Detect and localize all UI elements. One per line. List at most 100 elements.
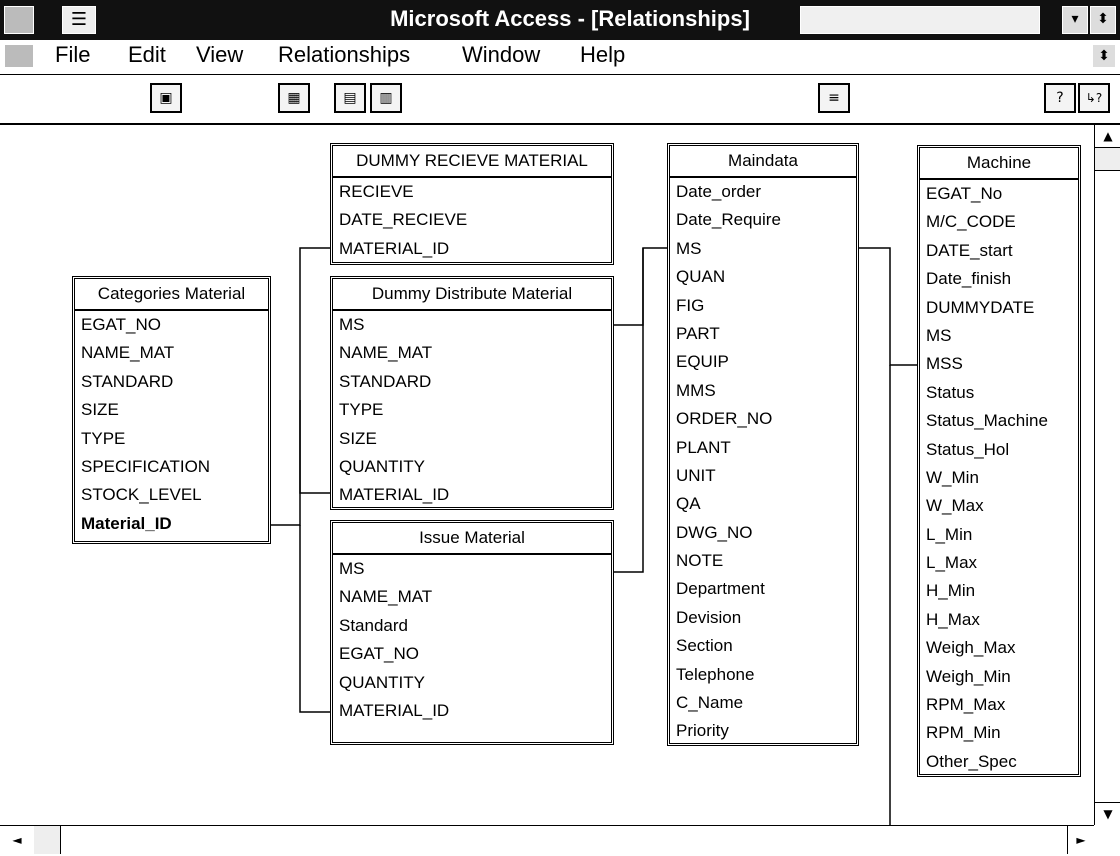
field-date-start[interactable]: DATE_start <box>920 237 1078 265</box>
maximize-button[interactable]: ⬍ <box>1090 6 1116 34</box>
document-control-button[interactable] <box>4 44 34 68</box>
field-order-no[interactable]: ORDER_NO <box>670 405 856 433</box>
field-ms[interactable]: MS <box>333 311 611 339</box>
field-name-mat[interactable]: NAME_MAT <box>75 339 268 367</box>
field-priority[interactable]: Priority <box>670 717 856 745</box>
field-mms[interactable]: MMS <box>670 377 856 405</box>
field-material-id[interactable]: MATERIAL_ID <box>333 697 611 725</box>
table-machine[interactable]: Machine EGAT_No M/C_CODE DATE_start Date… <box>917 145 1081 777</box>
field-part[interactable]: PART <box>670 320 856 348</box>
field-w-max[interactable]: W_Max <box>920 492 1078 520</box>
field-recieve[interactable]: RECIEVE <box>333 178 611 206</box>
field-status[interactable]: Status <box>920 379 1078 407</box>
field-ms[interactable]: MS <box>920 322 1078 350</box>
field-weigh-max[interactable]: Weigh_Max <box>920 634 1078 662</box>
field-mc-code[interactable]: M/C_CODE <box>920 208 1078 236</box>
field-other-spec[interactable]: Other_Spec <box>920 748 1078 776</box>
field-plant[interactable]: PLANT <box>670 434 856 462</box>
table-dummy-distribute-material[interactable]: Dummy Distribute Material MS NAME_MAT ST… <box>330 276 614 510</box>
restore-button[interactable]: ⬍ <box>1092 44 1116 68</box>
menu-file[interactable]: File <box>55 42 90 68</box>
menu-help[interactable]: Help <box>580 42 625 68</box>
field-ms[interactable]: MS <box>670 235 856 263</box>
field-dwg-no[interactable]: DWG_NO <box>670 519 856 547</box>
field-material-id[interactable]: Material_ID <box>75 510 268 538</box>
table-title: Machine <box>920 148 1078 180</box>
field-telephone[interactable]: Telephone <box>670 661 856 689</box>
help-button[interactable]: ? <box>1044 83 1076 113</box>
field-egat-no[interactable]: EGAT_NO <box>333 640 611 668</box>
field-material-id[interactable]: MATERIAL_ID <box>333 235 611 263</box>
context-help-button[interactable]: ↳? <box>1078 83 1110 113</box>
field-l-max[interactable]: L_Max <box>920 549 1078 577</box>
field-material-id[interactable]: MATERIAL_ID <box>333 481 611 509</box>
vertical-scrollbar[interactable]: ▲ ▼ <box>1094 125 1120 825</box>
field-weigh-min[interactable]: Weigh_Min <box>920 663 1078 691</box>
field-stock-level[interactable]: STOCK_LEVEL <box>75 481 268 509</box>
field-quantity[interactable]: QUANTITY <box>333 453 611 481</box>
control-menu-button[interactable] <box>4 6 34 34</box>
field-section[interactable]: Section <box>670 632 856 660</box>
database-window-button[interactable]: ≡ <box>818 83 850 113</box>
field-name-mat[interactable]: NAME_MAT <box>333 339 611 367</box>
field-standard[interactable]: Standard <box>333 612 611 640</box>
horizontal-scrollbar[interactable]: ◄ ► <box>0 825 1094 856</box>
field-quantity[interactable]: QUANTITY <box>333 669 611 697</box>
scroll-up-arrow-icon[interactable]: ▲ <box>1095 125 1120 148</box>
field-status-hol[interactable]: Status_Hol <box>920 436 1078 464</box>
field-size[interactable]: SIZE <box>75 396 268 424</box>
field-specification[interactable]: SPECIFICATION <box>75 453 268 481</box>
scroll-left-arrow-icon[interactable]: ◄ <box>0 826 35 854</box>
field-h-max[interactable]: H_Max <box>920 606 1078 634</box>
field-type[interactable]: TYPE <box>75 425 268 453</box>
field-standard[interactable]: STANDARD <box>75 368 268 396</box>
table-issue-material[interactable]: Issue Material MS NAME_MAT Standard EGAT… <box>330 520 614 745</box>
app-icon[interactable]: ☰ <box>62 6 96 34</box>
field-qa[interactable]: QA <box>670 490 856 518</box>
field-standard[interactable]: STANDARD <box>333 368 611 396</box>
field-l-min[interactable]: L_Min <box>920 521 1078 549</box>
field-type[interactable]: TYPE <box>333 396 611 424</box>
field-devision[interactable]: Devision <box>670 604 856 632</box>
field-department[interactable]: Department <box>670 575 856 603</box>
scroll-right-arrow-icon[interactable]: ► <box>1067 826 1094 854</box>
field-mss[interactable]: MSS <box>920 350 1078 378</box>
table-maindata[interactable]: Maindata Date_order Date_Require MS QUAN… <box>667 143 859 746</box>
field-h-min[interactable]: H_Min <box>920 577 1078 605</box>
table-title: Dummy Distribute Material <box>333 279 611 311</box>
field-egat-no[interactable]: EGAT_No <box>920 180 1078 208</box>
scroll-down-arrow-icon[interactable]: ▼ <box>1095 802 1120 825</box>
scroll-thumb[interactable] <box>34 826 61 854</box>
scroll-thumb[interactable] <box>1095 148 1120 171</box>
show-all-button[interactable]: ▥ <box>370 83 402 113</box>
menu-relationships[interactable]: Relationships <box>278 42 410 68</box>
field-quan[interactable]: QUAN <box>670 263 856 291</box>
table-dummy-recieve-material[interactable]: DUMMY RECIEVE MATERIAL RECIEVE DATE_RECI… <box>330 143 614 265</box>
menu-edit[interactable]: Edit <box>128 42 166 68</box>
field-date-recieve[interactable]: DATE_RECIEVE <box>333 206 611 234</box>
field-equip[interactable]: EQUIP <box>670 348 856 376</box>
table-categories-material[interactable]: Categories Material EGAT_NO NAME_MAT STA… <box>72 276 271 544</box>
field-c-name[interactable]: C_Name <box>670 689 856 717</box>
field-rpm-max[interactable]: RPM_Max <box>920 691 1078 719</box>
field-status-machine[interactable]: Status_Machine <box>920 407 1078 435</box>
field-fig[interactable]: FIG <box>670 292 856 320</box>
save-button[interactable]: ▣ <box>150 83 182 113</box>
add-table-button[interactable]: ▦ <box>278 83 310 113</box>
field-name-mat[interactable]: NAME_MAT <box>333 583 611 611</box>
field-date-order[interactable]: Date_order <box>670 178 856 206</box>
field-w-min[interactable]: W_Min <box>920 464 1078 492</box>
field-ms[interactable]: MS <box>333 555 611 583</box>
menu-window[interactable]: Window <box>462 42 540 68</box>
field-date-finish[interactable]: Date_finish <box>920 265 1078 293</box>
field-egat-no[interactable]: EGAT_NO <box>75 311 268 339</box>
field-note[interactable]: NOTE <box>670 547 856 575</box>
field-size[interactable]: SIZE <box>333 425 611 453</box>
field-date-require[interactable]: Date_Require <box>670 206 856 234</box>
menu-view[interactable]: View <box>196 42 243 68</box>
field-rpm-min[interactable]: RPM_Min <box>920 719 1078 747</box>
show-direct-button[interactable]: ▤ <box>334 83 366 113</box>
field-dummydate[interactable]: DUMMYDATE <box>920 294 1078 322</box>
field-unit[interactable]: UNIT <box>670 462 856 490</box>
minimize-button[interactable]: ▾ <box>1062 6 1088 34</box>
